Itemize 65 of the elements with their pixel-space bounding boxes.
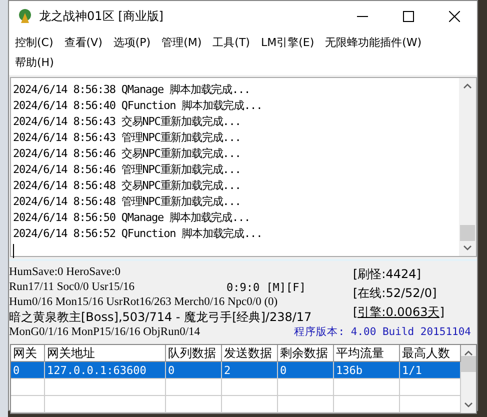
log-line: 2024/6/14 8:56:48 交易NPC重新加载完成... xyxy=(13,178,242,194)
column-header[interactable]: 最高人数 xyxy=(400,345,461,362)
status-line: 暗之黄泉教主[Boss],503/714 - 魔龙弓手[经典]/238/17 xyxy=(9,310,313,325)
window-title: 龙之战神01区 [商业版] xyxy=(39,8,164,24)
menu-item[interactable]: LM引擎(E) xyxy=(260,33,316,53)
menu-item[interactable]: 无限蜂功能插件(W) xyxy=(325,33,424,53)
column-header[interactable]: 发送数据 xyxy=(222,345,278,362)
log-line: 2024/6/14 8:56:48 管理NPC重新加载完成... xyxy=(13,194,242,210)
status-line: Hum0/16 Mon15/16 UsrRot16/263 Merch0/16 Npc0/0 (0) xyxy=(9,295,279,310)
empty-cell xyxy=(11,379,45,396)
menu-item[interactable]: 选项(P) xyxy=(113,33,153,53)
table-cell[interactable]: 1/1 xyxy=(400,362,461,379)
column-header[interactable]: 网关地址 xyxy=(45,345,166,362)
empty-cell xyxy=(278,379,334,396)
scroll-down-icon[interactable] xyxy=(463,245,472,251)
counter-text: [在线:52/52/0] xyxy=(353,285,437,302)
empty-cell xyxy=(11,396,45,413)
clock-text: 0:9:0 [M][F] xyxy=(226,280,306,295)
table-cell[interactable]: 2 xyxy=(222,362,278,379)
log-line: 2024/6/14 8:56:43 管理NPC重新加载完成... xyxy=(13,130,242,146)
table-scrollbar[interactable] xyxy=(461,345,476,413)
column-header[interactable]: 剩余数据 xyxy=(278,345,334,362)
empty-cell xyxy=(334,396,400,413)
column-header[interactable]: 平均流量 xyxy=(334,345,400,362)
table-cell[interactable]: 0 xyxy=(278,362,334,379)
scroll-up-icon[interactable] xyxy=(463,83,472,89)
app-logo-icon xyxy=(17,8,33,24)
empty-cell xyxy=(222,379,278,396)
status-line: HumSave:0 HeroSave:0 xyxy=(9,265,122,280)
log-line: 2024/6/14 8:56:43 交易NPC重新加载完成... xyxy=(13,114,242,130)
status-line: MonG0/1/16 MonP15/16/16 ObjRun0/14 xyxy=(9,325,200,340)
menu-item[interactable]: 帮助(H) xyxy=(15,53,56,73)
table-cell[interactable]: 127.0.0.1:63600 xyxy=(45,362,166,379)
column-header[interactable]: 网关 xyxy=(11,345,45,362)
log-line: 2024/6/14 8:56:46 管理NPC重新加载完成... xyxy=(13,162,242,178)
log-scrollbar[interactable] xyxy=(459,78,476,256)
menu-item[interactable]: 查看(V) xyxy=(64,33,104,53)
maximize-icon xyxy=(402,10,414,22)
log-line: 2024/6/14 8:56:50 QManage 脚本加载完成... xyxy=(13,210,252,226)
scroll-thumb[interactable] xyxy=(460,225,475,241)
log-line: 2024/6/14 8:56:46 交易NPC重新加载完成... xyxy=(13,146,242,162)
counter-text: [刷怪:4424] xyxy=(353,266,421,283)
empty-cell xyxy=(334,379,400,396)
empty-cell xyxy=(166,396,222,413)
version-text: 程序版本: 4.00 Build 20151104 xyxy=(294,325,471,340)
scroll-up-icon[interactable] xyxy=(464,350,473,356)
empty-cell xyxy=(278,396,334,413)
scroll-down-icon[interactable] xyxy=(464,402,473,408)
log-line: 2024/6/14 8:56:40 QFunction 脚本加载完成... xyxy=(13,98,264,114)
engine-link[interactable]: [引擎:0.0063天] xyxy=(353,303,444,322)
menu-item[interactable]: 控制(C) xyxy=(15,33,56,53)
scroll-thumb[interactable] xyxy=(461,356,476,372)
menu-item[interactable]: 工具(T) xyxy=(212,33,252,53)
close-icon xyxy=(448,10,460,22)
menu-item[interactable]: 管理(M) xyxy=(162,33,204,53)
table-cell[interactable]: 136b xyxy=(334,362,400,379)
log-line: 2024/6/14 8:56:52 QFunction 脚本加载完成... xyxy=(13,226,264,242)
table-cell[interactable]: 0 xyxy=(11,362,45,379)
column-header[interactable]: 队列数据 xyxy=(166,345,222,362)
status-line: Run17/11 Soc0/0 Usr15/16 xyxy=(9,280,134,295)
empty-cell xyxy=(222,396,278,413)
text-cursor xyxy=(13,244,14,258)
log-line: 2024/6/14 8:56:38 QManage 脚本加载完成... xyxy=(13,82,252,98)
table-cell[interactable]: 0 xyxy=(166,362,222,379)
empty-cell xyxy=(166,379,222,396)
